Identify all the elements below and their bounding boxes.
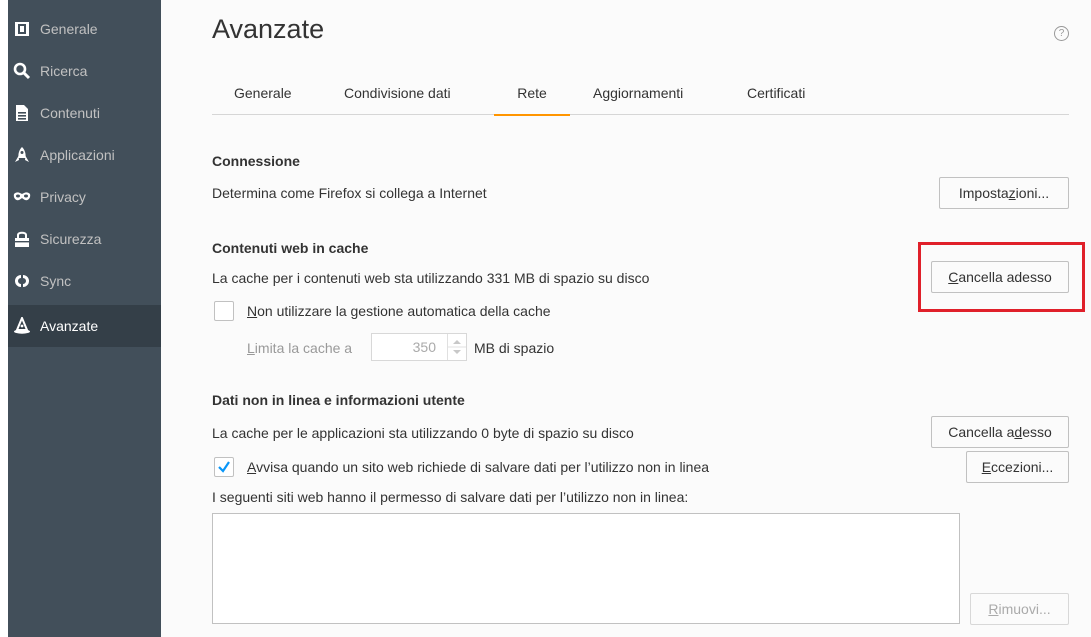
tab-aggiornamenti[interactable]: Aggiornamenti	[593, 73, 683, 114]
highlight-box	[918, 242, 1085, 312]
tab-generale[interactable]: Generale	[234, 73, 292, 114]
tab-rete[interactable]: Rete	[494, 73, 570, 116]
cache-limit-unit: MB di spazio	[474, 340, 555, 356]
general-icon	[13, 20, 31, 38]
cache-limit-input[interactable]: 350	[371, 333, 467, 361]
remove-site-button[interactable]: Rimuovi...	[970, 593, 1069, 625]
sidebar-item-generale[interactable]: Generale	[8, 8, 161, 50]
sidebar-item-label: Sync	[40, 273, 72, 289]
tab-bar: Generale Condivisione dati Rete Aggiorna…	[212, 73, 1069, 116]
sidebar-item-sync[interactable]: Sync	[8, 260, 161, 302]
checkmark-icon	[218, 461, 230, 473]
sidebar-item-label: Contenuti	[40, 105, 100, 121]
exceptions-button[interactable]: Eccezioni...	[966, 451, 1069, 483]
sidebar-item-avanzate[interactable]: Avanzate	[8, 305, 161, 347]
document-icon	[13, 104, 31, 122]
cache-limit-spinner[interactable]	[447, 334, 466, 360]
offline-heading: Dati non in linea e informazioni utente	[212, 392, 465, 408]
override-cache-label: Non utilizzare la gestione automatica de…	[247, 303, 551, 319]
allowed-sites-label: I seguenti siti web hanno il permesso di…	[212, 489, 689, 505]
sidebar: Generale Ricerca Contenuti Applicazioni …	[8, 0, 161, 637]
connection-settings-button[interactable]: Impostazioni...	[939, 177, 1069, 209]
cache-limit-value: 350	[412, 339, 436, 355]
clear-offline-data-button[interactable]: Cancella adesso	[931, 416, 1069, 448]
sidebar-item-label: Ricerca	[40, 63, 88, 79]
page-title: Avanzate	[212, 14, 325, 44]
sidebar-item-label: Generale	[40, 21, 98, 37]
left-margin	[0, 0, 8, 637]
rocket-icon	[13, 146, 31, 164]
search-icon	[13, 62, 31, 80]
wizard-hat-icon	[13, 317, 31, 335]
sidebar-item-label: Avanzate	[40, 318, 99, 334]
sidebar-item-label: Privacy	[40, 189, 86, 205]
sync-icon	[13, 272, 31, 290]
override-cache-checkbox[interactable]	[214, 301, 234, 321]
sidebar-item-label: Sicurezza	[40, 231, 102, 247]
tab-condivisione-dati[interactable]: Condivisione dati	[344, 73, 451, 114]
sidebar-item-ricerca[interactable]: Ricerca	[8, 50, 161, 92]
mask-icon	[13, 188, 31, 206]
lock-icon	[13, 230, 31, 248]
tab-certificati[interactable]: Certificati	[747, 73, 805, 114]
offline-notify-checkbox[interactable]	[214, 457, 234, 477]
sidebar-item-contenuti[interactable]: Contenuti	[8, 92, 161, 134]
sidebar-item-label: Applicazioni	[40, 147, 115, 163]
connection-description: Determina come Firefox si collega a Inte…	[212, 185, 487, 201]
sidebar-item-sicurezza[interactable]: Sicurezza	[8, 218, 161, 260]
offline-description: La cache per le applicazioni sta utilizz…	[212, 425, 634, 441]
help-icon[interactable]: ?	[1054, 26, 1069, 41]
allowed-sites-list[interactable]	[212, 513, 960, 624]
sidebar-item-applicazioni[interactable]: Applicazioni	[8, 134, 161, 176]
cache-limit-label: Limita la cache a	[247, 340, 353, 356]
sidebar-item-privacy[interactable]: Privacy	[8, 176, 161, 218]
web-cache-heading: Contenuti web in cache	[212, 240, 369, 256]
spinner-arrows-icon	[448, 340, 466, 354]
offline-notify-label: Avvisa quando un sito web richiede di sa…	[247, 459, 710, 475]
web-cache-description: La cache per i contenuti web sta utilizz…	[212, 270, 650, 286]
connection-heading: Connessione	[212, 153, 300, 169]
